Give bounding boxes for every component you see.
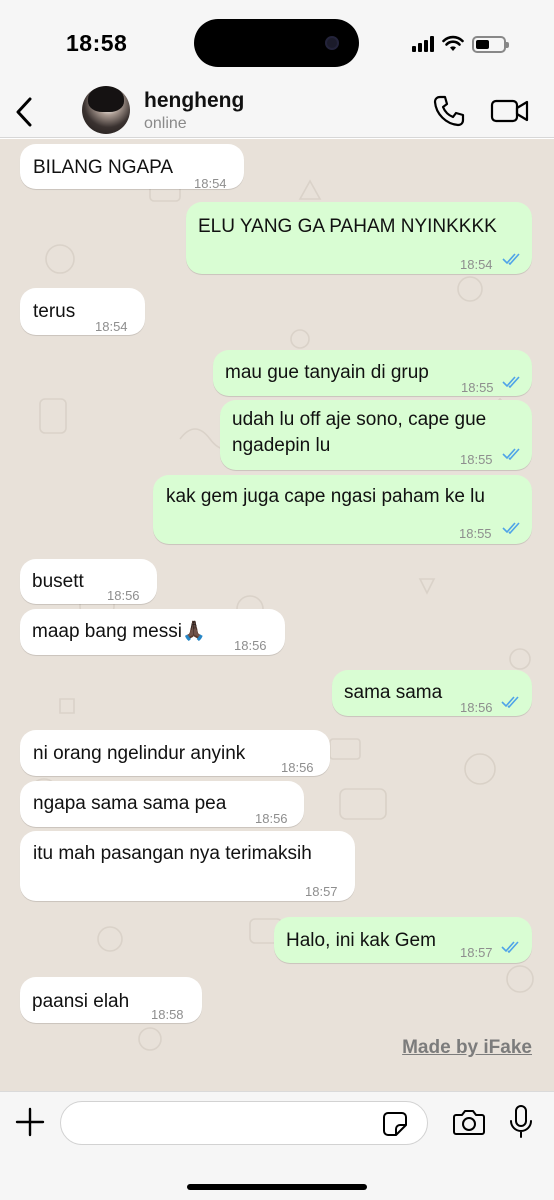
contact-name[interactable]: hengheng <box>144 89 244 113</box>
message-outgoing[interactable]: kak gem juga cape ngasi paham ke lu 18:5… <box>153 475 532 544</box>
message-time: 18:54 <box>95 319 128 334</box>
message-incoming[interactable]: itu mah pasangan nya terimaksih 18:57 <box>20 831 355 901</box>
chevron-left-icon <box>16 97 32 127</box>
microphone-button[interactable] <box>508 1104 534 1140</box>
message-text: terus <box>33 301 76 322</box>
double-check-icon <box>502 522 520 534</box>
message-text: maap bang messi🙏🏿 <box>32 621 206 642</box>
video-call-button[interactable] <box>490 96 530 126</box>
status-time: 18:58 <box>66 30 128 56</box>
message-text-line: udah lu off aje sono, cape gue <box>232 409 487 430</box>
message-outgoing[interactable]: sama sama 18:56 <box>332 670 532 716</box>
message-time: 18:54 <box>460 257 493 272</box>
message-text-line: ngadepin lu <box>232 435 331 456</box>
status-bar: 18:58 <box>0 0 554 86</box>
camera-button[interactable] <box>452 1108 486 1136</box>
message-text: ngapa sama sama pea <box>33 793 227 814</box>
double-check-icon <box>502 376 520 388</box>
message-time: 18:54 <box>194 176 227 191</box>
dynamic-island <box>194 19 359 67</box>
message-text: paansi elah <box>32 991 130 1012</box>
message-incoming[interactable]: terus 18:54 <box>20 288 145 335</box>
video-camera-icon <box>490 99 529 123</box>
message-incoming[interactable]: busett 18:56 <box>20 559 157 604</box>
message-incoming[interactable]: ngapa sama sama pea 18:56 <box>20 781 304 827</box>
microphone-icon <box>510 1105 532 1138</box>
message-outgoing[interactable]: Halo, ini kak Gem 18:57 <box>274 917 532 963</box>
status-icons <box>412 34 509 54</box>
message-input[interactable] <box>60 1101 428 1145</box>
attach-button[interactable] <box>14 1106 46 1138</box>
message-incoming[interactable]: maap bang messi🙏🏿 18:56 <box>20 609 285 655</box>
double-check-icon <box>502 448 520 460</box>
plus-icon <box>15 1107 45 1137</box>
message-time: 18:58 <box>151 1007 184 1022</box>
contact-status: online <box>144 115 187 132</box>
battery-icon <box>472 35 509 53</box>
watermark-link[interactable]: Made by iFake <box>402 1037 532 1059</box>
message-text: ELU YANG GA PAHAM NYINKKKK <box>198 216 497 237</box>
message-text: itu mah pasangan nya terimaksih <box>33 843 312 864</box>
message-time: 18:55 <box>459 526 492 541</box>
message-outgoing[interactable]: ELU YANG GA PAHAM NYINKKKK 18:54 <box>186 202 532 274</box>
message-time: 18:57 <box>305 884 338 899</box>
front-camera-dot <box>325 36 339 50</box>
message-time: 18:56 <box>281 760 314 775</box>
phone-icon <box>433 95 465 127</box>
message-input-bar <box>0 1091 554 1200</box>
message-text: Halo, ini kak Gem <box>286 930 436 951</box>
camera-icon <box>453 1110 485 1135</box>
message-incoming[interactable]: BILANG NGAPA 18:54 <box>20 144 244 191</box>
chat-area[interactable]: BILANG NGAPA 18:54 ELU YANG GA PAHAM NYI… <box>0 139 554 1091</box>
avatar[interactable] <box>82 86 130 134</box>
home-indicator <box>187 1184 367 1190</box>
message-incoming[interactable]: ni orang ngelindur anyink 18:56 <box>20 730 330 776</box>
cellular-signal-icon <box>412 36 434 52</box>
message-text: mau gue tanyain di grup <box>225 362 429 383</box>
message-time: 18:55 <box>460 452 493 467</box>
message-time: 18:55 <box>461 380 494 395</box>
message-time: 18:57 <box>460 945 493 960</box>
sticker-icon <box>383 1112 407 1136</box>
wifi-icon <box>442 35 464 51</box>
message-text: busett <box>32 571 84 592</box>
back-button[interactable] <box>10 92 38 132</box>
message-incoming[interactable]: paansi elah 18:58 <box>20 977 202 1023</box>
message-outgoing[interactable]: mau gue tanyain di grup 18:55 <box>213 350 532 396</box>
message-text: ni orang ngelindur anyink <box>33 743 246 764</box>
message-time: 18:56 <box>460 700 493 715</box>
sticker-button[interactable] <box>382 1111 408 1137</box>
double-check-icon <box>502 253 520 265</box>
double-check-icon <box>501 696 519 708</box>
chat-header: hengheng online <box>0 86 554 138</box>
message-outgoing[interactable]: udah lu off aje sono, cape gue ngadepin … <box>220 400 532 470</box>
message-time: 18:56 <box>107 588 140 603</box>
message-text: BILANG NGAPA <box>33 157 174 178</box>
message-time: 18:56 <box>255 811 288 826</box>
message-text: sama sama <box>344 682 443 703</box>
message-text: kak gem juga cape ngasi paham ke lu <box>166 486 485 507</box>
message-time: 18:56 <box>234 638 267 653</box>
double-check-icon <box>501 941 519 953</box>
voice-call-button[interactable] <box>432 94 466 128</box>
